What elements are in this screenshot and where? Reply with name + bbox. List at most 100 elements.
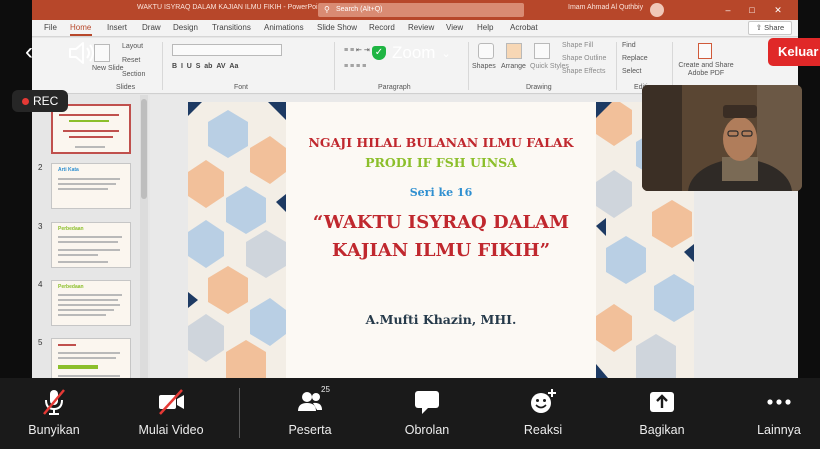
tab-slide-show[interactable]: Slide Show bbox=[317, 23, 357, 32]
unmute-label: Bunyikan bbox=[28, 423, 80, 437]
chevron-down-icon: ⌄ bbox=[441, 47, 451, 60]
video-off-icon bbox=[159, 389, 184, 415]
thumbnail-scrollbar[interactable] bbox=[140, 95, 148, 378]
tab-acrobat[interactable]: Acrobat bbox=[510, 23, 538, 32]
slide-title-line-1: “WAKTU ISYRAQ DALAM bbox=[312, 212, 570, 233]
new-slide-label[interactable]: New Slide bbox=[92, 65, 124, 72]
ribbon-tabs: File Home Insert Draw Design Transitions… bbox=[32, 20, 798, 37]
slide-author: A.Mufti Khazin, MHI. bbox=[365, 312, 517, 327]
replace-button[interactable]: Replace bbox=[622, 55, 648, 62]
thumb-title: Perbedaan bbox=[58, 226, 84, 232]
quick-styles-icon[interactable] bbox=[534, 43, 550, 59]
participants-button[interactable]: 25 Peserta bbox=[286, 378, 334, 449]
tab-home[interactable]: Home bbox=[70, 23, 91, 32]
unmute-button[interactable]: Bunyikan bbox=[23, 378, 85, 449]
rec-label: REC bbox=[33, 94, 59, 108]
slide-series: Seri ke 16 bbox=[409, 186, 473, 199]
tab-review[interactable]: Review bbox=[408, 23, 434, 32]
speaker-icon[interactable] bbox=[66, 40, 96, 66]
shape-effects-button[interactable]: Shape Effects bbox=[562, 68, 605, 75]
participants-icon: 25 bbox=[295, 385, 330, 417]
thumb-number: 3 bbox=[38, 222, 43, 231]
zoom-label: Zoom bbox=[392, 43, 436, 62]
left-geometric-pattern bbox=[188, 102, 286, 378]
encryption-shield-icon: ✓ bbox=[372, 46, 386, 60]
new-slide-icon[interactable] bbox=[94, 44, 110, 62]
tab-design[interactable]: Design bbox=[173, 23, 198, 32]
ppt-titlebar: WAKTU ISYRAQ DALAM KAJIAN ILMU FIKIH - P… bbox=[32, 0, 798, 20]
zoom-view-menu[interactable]: ✓ Zoom ⌄ bbox=[372, 41, 451, 65]
more-label: Lainnya bbox=[757, 423, 801, 437]
shape-fill-button[interactable]: Shape Fill bbox=[562, 42, 593, 49]
tab-view[interactable]: View bbox=[446, 23, 463, 32]
start-video-button[interactable]: Mulai Video bbox=[134, 378, 208, 449]
record-dot-icon bbox=[22, 98, 29, 105]
tab-draw[interactable]: Draw bbox=[142, 23, 161, 32]
slide-thumbnail-2[interactable]: Arti Kata bbox=[51, 163, 131, 209]
user-name: Imam Ahmad Al Quthbiy bbox=[568, 4, 644, 11]
thumb-number: 5 bbox=[38, 338, 43, 347]
thumb-number: 2 bbox=[38, 163, 43, 172]
slide-thumbnail-4[interactable]: Perbedaan bbox=[51, 280, 131, 326]
layout-button[interactable]: Layout bbox=[122, 43, 143, 50]
reset-button[interactable]: Reset bbox=[122, 57, 140, 64]
adobe-pdf-icon[interactable] bbox=[698, 43, 712, 59]
shapes-label[interactable]: Shapes bbox=[472, 63, 496, 70]
arrange-label[interactable]: Arrange bbox=[501, 63, 526, 70]
share-label: Bagikan bbox=[639, 423, 685, 437]
more-button[interactable]: Lainnya bbox=[754, 378, 804, 449]
ribbon-separator bbox=[334, 42, 335, 90]
current-slide: NGAJI HILAL BULANAN ILMU FALAK PRODI IF … bbox=[188, 102, 694, 378]
search-box[interactable]: ⚲ Search (Alt+Q) bbox=[318, 3, 524, 17]
slide-subheading: PRODI IF FSH UINSA bbox=[365, 155, 517, 170]
section-button[interactable]: Section bbox=[122, 71, 145, 78]
find-button[interactable]: Find bbox=[622, 42, 636, 49]
tab-file[interactable]: File bbox=[44, 23, 57, 32]
slides-group-label: Slides bbox=[116, 84, 136, 91]
back-arrow-icon[interactable]: ‹ bbox=[18, 40, 40, 66]
chat-label: Obrolan bbox=[404, 423, 450, 437]
create-share-pdf-label[interactable]: Create and Share Adobe PDF bbox=[678, 62, 734, 78]
participant-camera-image bbox=[642, 85, 802, 191]
search-icon: ⚲ bbox=[324, 5, 330, 14]
tab-record[interactable]: Record bbox=[369, 23, 395, 32]
align-icons[interactable]: ≡ ≡ ≡ ≡ bbox=[344, 63, 366, 70]
slide-thumbnail-3[interactable]: Perbedaan bbox=[51, 222, 131, 268]
user-avatar[interactable] bbox=[650, 3, 664, 17]
share-button[interactable]: ⇧ Share bbox=[748, 21, 792, 35]
leave-button[interactable]: Keluar bbox=[768, 38, 820, 66]
tab-transitions[interactable]: Transitions bbox=[212, 23, 251, 32]
reactions-button[interactable]: Reaksi bbox=[522, 378, 564, 449]
arrange-icon[interactable] bbox=[506, 43, 522, 59]
select-button[interactable]: Select bbox=[622, 68, 641, 75]
tab-insert[interactable]: Insert bbox=[107, 23, 127, 32]
share-screen-button[interactable]: Bagikan bbox=[637, 378, 687, 449]
minimize-icon[interactable]: – bbox=[720, 3, 736, 17]
start-video-label: Mulai Video bbox=[138, 423, 204, 437]
zoom-meeting-window: WAKTU ISYRAQ DALAM KAJIAN ILMU FIKIH - P… bbox=[0, 0, 820, 449]
share-arrow-icon bbox=[650, 392, 674, 412]
slide-thumbnail-panel: 1 2 Arti Kata 3 Perbedaan bbox=[32, 95, 150, 378]
share-label: Share bbox=[764, 23, 785, 32]
participants-count: 25 bbox=[321, 385, 330, 394]
shapes-icon[interactable] bbox=[478, 43, 494, 59]
maximize-icon[interactable]: □ bbox=[744, 3, 760, 17]
tab-animations[interactable]: Animations bbox=[264, 23, 304, 32]
muted-microphone-icon bbox=[43, 389, 65, 415]
slide-heading: NGAJI HILAL BULANAN ILMU FALAK bbox=[308, 135, 574, 150]
shape-outline-button[interactable]: Shape Outline bbox=[562, 55, 606, 62]
tab-help[interactable]: Help bbox=[477, 23, 493, 32]
close-icon[interactable]: ✕ bbox=[770, 3, 786, 17]
search-placeholder: Search (Alt+Q) bbox=[336, 6, 383, 13]
ribbon-separator bbox=[162, 42, 163, 90]
participants-label: Peserta bbox=[288, 423, 332, 437]
meeting-toolbar: Bunyikan Mulai Video 25 Peserta Obrolan … bbox=[0, 378, 820, 449]
slide-thumbnail-5[interactable] bbox=[51, 338, 131, 378]
chat-button[interactable]: Obrolan bbox=[401, 378, 453, 449]
window-title: WAKTU ISYRAQ DALAM KAJIAN ILMU FIKIH - P… bbox=[137, 4, 324, 11]
list-icons[interactable]: ≡ ≡ ⇤ ⇥ bbox=[344, 46, 370, 54]
thumb-title: Arti Kata bbox=[58, 167, 79, 173]
participant-video[interactable] bbox=[642, 85, 802, 191]
font-name-box[interactable] bbox=[172, 44, 282, 56]
font-format-icons[interactable]: B I U S ab AV Aa bbox=[172, 63, 238, 70]
